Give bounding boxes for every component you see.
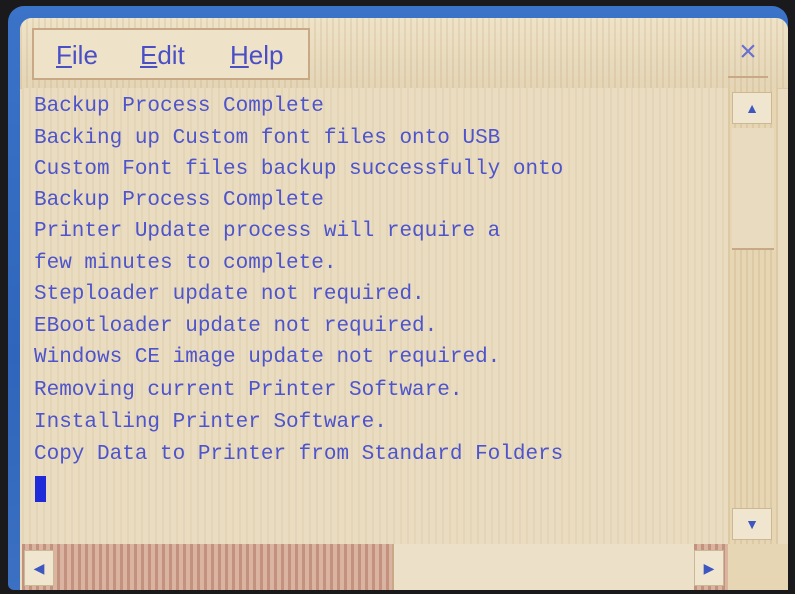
close-icon: × bbox=[739, 35, 757, 68]
scroll-left-button[interactable]: ◀ bbox=[24, 550, 54, 586]
log-line: Installing Printer Software. bbox=[34, 411, 387, 434]
log-line: Removing current Printer Software. bbox=[34, 379, 463, 402]
menu-file[interactable]: File bbox=[56, 40, 98, 71]
log-line: EBootloader update not required. bbox=[34, 315, 438, 338]
horizontal-scroll-thumb[interactable] bbox=[392, 544, 694, 590]
menu-file-rest: ile bbox=[71, 40, 98, 70]
log-line: Custom Font files backup successfully on… bbox=[34, 158, 564, 181]
scroll-up-icon: ▲ bbox=[745, 100, 759, 116]
printer-console-window: File Edit Help × Backup Process Complete… bbox=[20, 18, 788, 590]
log-line: Printer Update process will require a bbox=[34, 220, 501, 243]
vertical-scrollbar[interactable]: ▲ ▼ bbox=[728, 88, 778, 548]
menu-edit[interactable]: Edit bbox=[140, 40, 185, 71]
log-line: Windows CE image update not required. bbox=[34, 346, 501, 369]
scroll-down-icon: ▼ bbox=[745, 516, 759, 532]
scroll-left-icon: ◀ bbox=[33, 559, 45, 576]
menu-file-accel: F bbox=[56, 40, 72, 70]
horizontal-scrollbar[interactable]: ◀ ▶ bbox=[22, 544, 728, 590]
menu-help[interactable]: Help bbox=[230, 40, 283, 71]
scroll-down-button[interactable]: ▼ bbox=[732, 508, 772, 540]
log-line: Copy Data to Printer from Standard Folde… bbox=[34, 443, 564, 466]
scroll-up-button[interactable]: ▲ bbox=[732, 92, 772, 124]
close-button[interactable]: × bbox=[728, 28, 768, 78]
log-line: Steploader update not required. bbox=[34, 283, 425, 306]
scroll-right-button[interactable]: ▶ bbox=[694, 550, 724, 586]
log-line: Backup Process Complete bbox=[34, 189, 324, 212]
menu-help-accel: H bbox=[230, 40, 249, 70]
log-line: Backing up Custom font files onto USB bbox=[34, 127, 501, 150]
menu-edit-rest: dit bbox=[157, 40, 185, 70]
scroll-right-icon: ▶ bbox=[703, 559, 715, 576]
menu-help-rest: elp bbox=[248, 40, 284, 70]
text-cursor bbox=[35, 476, 46, 502]
scrollbar-corner bbox=[728, 544, 788, 590]
menu-group: File Edit Help bbox=[32, 28, 310, 80]
menu-edit-accel: E bbox=[140, 40, 158, 70]
log-output-area[interactable]: Backup Process Complete Backing up Custo… bbox=[22, 88, 728, 548]
menu-bar: File Edit Help × bbox=[20, 18, 788, 89]
log-line: Backup Process Complete bbox=[34, 95, 324, 118]
vertical-scroll-thumb[interactable] bbox=[732, 128, 774, 250]
log-line: few minutes to complete. bbox=[34, 252, 337, 275]
